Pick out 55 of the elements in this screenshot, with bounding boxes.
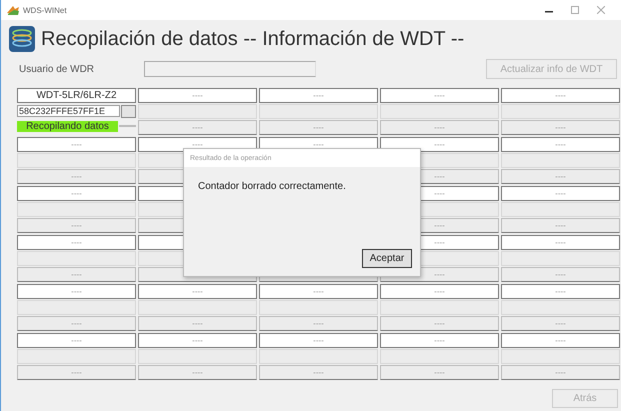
device-id: 58C232FFFE57FF1E xyxy=(17,105,120,117)
value-field: ---- xyxy=(17,218,136,233)
value-field: ---- xyxy=(17,365,136,380)
value-field: ---- xyxy=(138,316,257,331)
status-label: Recopilando datos xyxy=(17,120,118,132)
value-field: ---- xyxy=(501,284,620,299)
value-field: ---- xyxy=(501,365,620,380)
value-field: ---- xyxy=(138,120,257,135)
value-field: ---- xyxy=(17,333,136,348)
value-field: ---- xyxy=(17,186,136,201)
database-icon xyxy=(9,26,35,52)
value-field: ---- xyxy=(138,333,257,348)
value-field: ---- xyxy=(501,333,620,348)
app-icon xyxy=(7,5,19,15)
value-field: ---- xyxy=(259,120,378,135)
user-label: Usuario de WDR xyxy=(19,64,96,74)
value-field: ---- xyxy=(259,316,378,331)
value-field: ---- xyxy=(501,186,620,201)
value-field: ---- xyxy=(138,88,257,103)
value-field: ---- xyxy=(380,137,499,152)
value-field: ---- xyxy=(17,235,136,250)
value-field: ---- xyxy=(501,316,620,331)
device-name: WDT-5LR/6LR-Z2 xyxy=(17,88,136,103)
value-field: ---- xyxy=(138,284,257,299)
maximize-icon[interactable] xyxy=(571,6,579,14)
page-title: Recopilación de datos -- Información de WDT -- xyxy=(41,28,464,50)
device-button[interactable] xyxy=(121,104,136,118)
value-field: ---- xyxy=(380,284,499,299)
user-field[interactable] xyxy=(144,61,316,77)
value-field: ---- xyxy=(259,365,378,380)
value-field: ---- xyxy=(380,333,499,348)
value-field: ---- xyxy=(380,88,499,103)
value-field: ---- xyxy=(17,267,136,282)
window-title: WDS-WINet xyxy=(23,6,67,14)
value-field: ---- xyxy=(501,137,620,152)
value-field: ---- xyxy=(380,316,499,331)
value-field: ---- xyxy=(380,120,499,135)
value-field: ---- xyxy=(259,333,378,348)
value-field: ---- xyxy=(501,267,620,282)
value-field: ---- xyxy=(501,218,620,233)
value-field: ---- xyxy=(380,365,499,380)
value-field: ---- xyxy=(501,88,620,103)
value-field: ---- xyxy=(17,316,136,331)
value-field: ---- xyxy=(501,235,620,250)
accept-button[interactable]: Aceptar xyxy=(362,249,412,268)
dialog-message: Contador borrado correctamente. xyxy=(198,181,346,192)
value-field: ---- xyxy=(138,365,257,380)
value-field: ---- xyxy=(259,284,378,299)
value-field: ---- xyxy=(501,120,620,135)
value-field: ---- xyxy=(501,169,620,184)
value-field: ---- xyxy=(17,284,136,299)
value-field: ---- xyxy=(259,88,378,103)
value-field: ---- xyxy=(17,137,136,152)
close-icon[interactable] xyxy=(597,6,605,14)
value-field: ---- xyxy=(17,169,136,184)
